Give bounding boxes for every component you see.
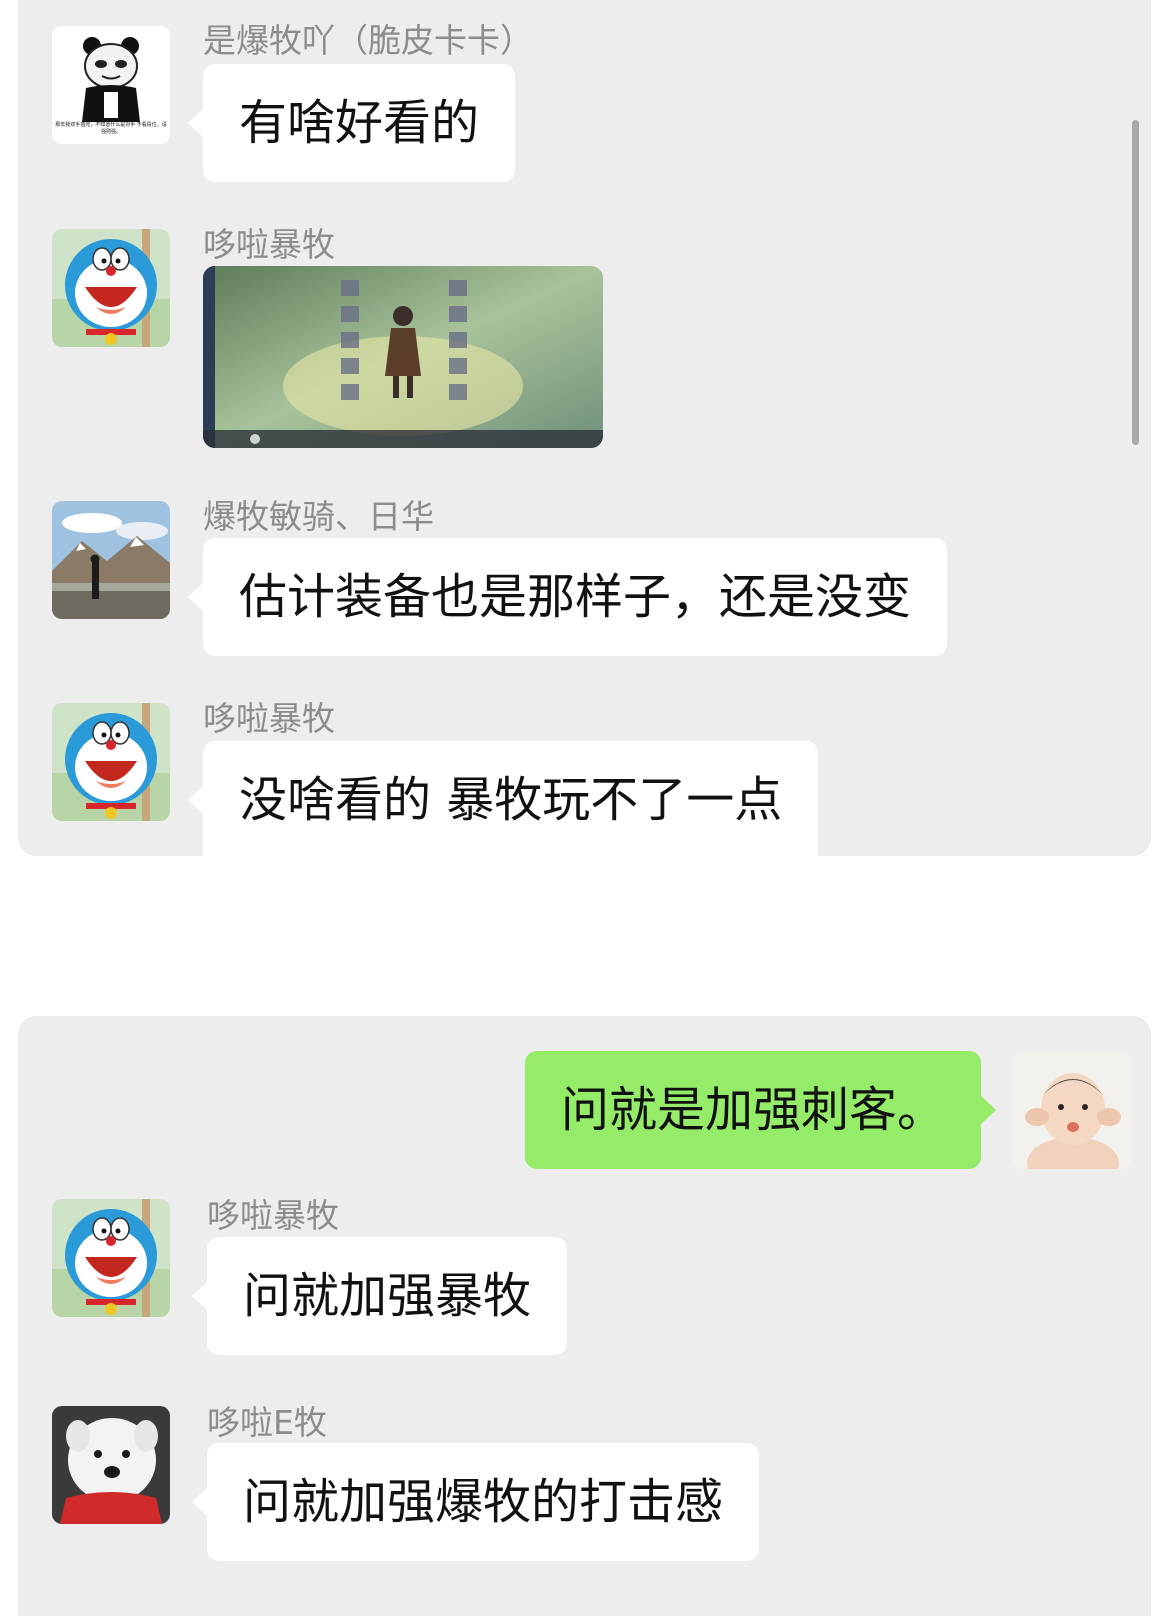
outgoing-message-bubble[interactable]: 问就是加强刺客。 xyxy=(524,1051,997,1169)
doraemon-avatar-icon[interactable] xyxy=(52,229,170,347)
message-bubble[interactable]: 没啥看的 暴牧玩不了一点 xyxy=(187,741,819,856)
mountain-landscape-avatar-icon[interactable] xyxy=(52,501,170,619)
doraemon-avatar-icon[interactable] xyxy=(52,703,170,821)
panda-meme-avatar-icon[interactable]: 那年我双手插兜，不知道什么是对手 不看段位，请强则强。 xyxy=(52,26,170,144)
avatar-caption: 那年我双手插兜，不知道什么是对手 不看段位，请强则强。 xyxy=(55,122,167,135)
sender-name: 哆啦暴牧 xyxy=(203,699,335,738)
message-bubble[interactable]: 估计装备也是那样子，还是没变 xyxy=(187,538,948,656)
game-screenshot-image[interactable] xyxy=(203,266,603,448)
sender-name: 哆啦暴牧 xyxy=(207,1196,339,1235)
message-bubble[interactable]: 有啥好看的 xyxy=(187,64,516,182)
sender-name: 爆牧敏骑、日华 xyxy=(203,497,434,536)
chat-panel-top[interactable]: 那年我双手插兜，不知道什么是对手 不看段位，请强则强。 是爆牧吖（脆皮卡卡） 有… xyxy=(18,0,1151,856)
doraemon-avatar-icon[interactable] xyxy=(52,1199,170,1317)
sender-name: 是爆牧吖（脆皮卡卡） xyxy=(203,21,533,60)
chat-panel-bottom[interactable]: 问就是加强刺客。 哆啦暴牧 问就加强暴牧 哆啦E牧 问就加强爆牧的打击感 xyxy=(18,1016,1151,1616)
sender-name: 哆啦暴牧 xyxy=(203,225,335,264)
baby-photo-avatar-icon[interactable] xyxy=(1013,1051,1131,1169)
white-dog-avatar-icon[interactable] xyxy=(52,1406,170,1524)
scrollbar[interactable] xyxy=(1132,120,1139,445)
message-bubble[interactable]: 问就加强暴牧 xyxy=(191,1237,568,1355)
sender-name: 哆啦E牧 xyxy=(207,1403,327,1442)
message-bubble[interactable]: 问就加强爆牧的打击感 xyxy=(191,1443,760,1561)
